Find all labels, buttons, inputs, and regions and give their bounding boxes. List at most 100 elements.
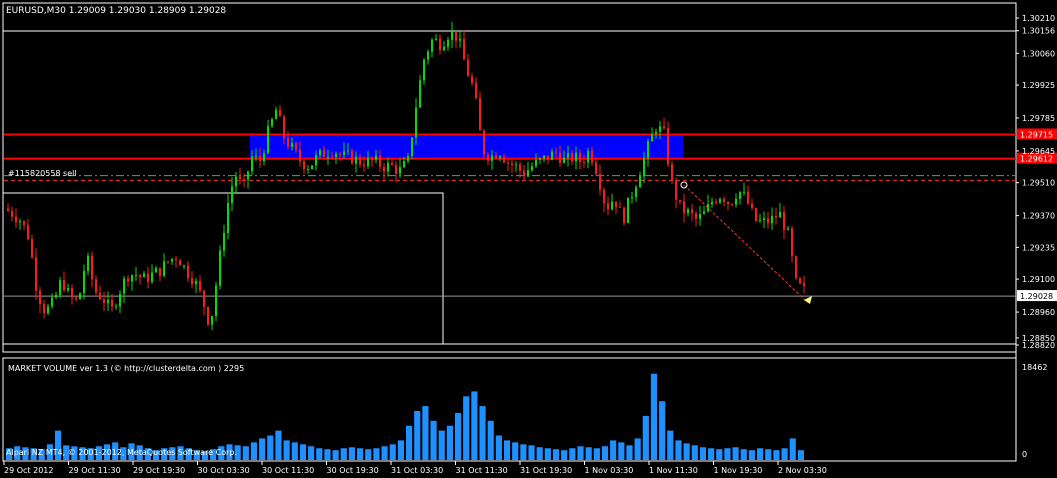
candle-body-103 [419, 80, 421, 108]
candle-body-20 [87, 255, 89, 271]
volume-bar-82 [675, 440, 682, 460]
candle-body-150 [607, 203, 609, 210]
current-arrow-icon [804, 296, 812, 304]
volume-bar-83 [683, 443, 690, 460]
volume-bar-36 [299, 444, 307, 460]
candle-body-80 [327, 156, 329, 158]
volume-bar-70 [577, 446, 584, 460]
time-tick-5: 30 Oct 19:30 [327, 466, 379, 475]
candle-body-15 [67, 288, 69, 291]
chart-canvas: EURUSD,M30 1.29009 1.29030 1.28909 1.290… [2, 2, 1057, 475]
volume-bar-77 [634, 438, 641, 460]
volume-scale-top: 18462 [1022, 363, 1047, 372]
time-tick-4: 30 Oct 11:30 [262, 466, 314, 475]
candle-body-27 [115, 306, 117, 308]
candle-body-57 [235, 176, 237, 187]
candle-body-46 [191, 278, 193, 285]
volume-bar-37 [308, 446, 315, 460]
candle-body-26 [111, 299, 113, 307]
candle-body-123 [499, 156, 501, 158]
candle-body-74 [303, 161, 305, 170]
candle-body-84 [343, 151, 345, 156]
candle-body-177 [715, 201, 717, 203]
candle-body-45 [187, 265, 189, 279]
candle-body-178 [719, 198, 721, 203]
volume-bar-91 [748, 450, 756, 460]
volume-bar-43 [357, 448, 364, 460]
candle-body-151 [611, 201, 613, 210]
candle-body-104 [423, 59, 425, 81]
candle-body-77 [315, 154, 317, 166]
candle-body-119 [483, 130, 485, 155]
price-tick-4: 1.29785 [1022, 114, 1055, 123]
candle-body-120 [487, 154, 489, 161]
candle-body-71 [291, 143, 293, 147]
candle-body-1 [11, 210, 13, 217]
candle-body-163 [659, 126, 661, 132]
candle-body-62 [255, 155, 257, 157]
candle-body-197 [795, 256, 797, 279]
candle-body-29 [123, 278, 125, 294]
volume-bar-79 [650, 373, 658, 460]
candle-body-112 [455, 31, 457, 41]
candle-body-127 [515, 164, 517, 166]
time-tick-1: 29 Oct 11:30 [69, 466, 121, 475]
volume-bar-56 [463, 396, 470, 460]
time-tick-11: 1 Nov 19:30 [714, 466, 763, 475]
candle-body-149 [603, 189, 605, 204]
candle-body-13 [59, 280, 61, 295]
candle-body-34 [143, 273, 145, 278]
candle-body-182 [735, 198, 737, 205]
candle-body-143 [579, 152, 581, 162]
candle-body-10 [47, 306, 49, 314]
candle-body-160 [647, 141, 649, 159]
candle-body-38 [159, 267, 161, 277]
candle-body-157 [635, 187, 637, 198]
candle-body-23 [99, 292, 101, 300]
price-tick-1: 1.30156 [1022, 27, 1055, 36]
candle-body-105 [427, 51, 429, 60]
candle-body-147 [595, 162, 597, 174]
zone-top-tag: 1.29715 [1020, 130, 1053, 139]
candle-body-170 [687, 209, 689, 214]
candle-body-128 [519, 164, 521, 171]
volume-bar-85 [699, 447, 707, 460]
volume-bar-62 [512, 442, 519, 460]
volume-bar-80 [659, 401, 666, 460]
candle-body-6 [31, 239, 33, 258]
volume-bar-74 [610, 440, 617, 460]
candle-body-137 [555, 151, 557, 153]
candle-body-91 [371, 157, 373, 161]
candle-body-188 [759, 219, 761, 221]
volume-bar-54 [446, 425, 453, 460]
range-box [2, 192, 444, 345]
candle-body-36 [151, 272, 153, 282]
candle-body-185 [747, 191, 749, 204]
volume-bar-69 [569, 448, 576, 460]
volume-bar-71 [585, 447, 592, 460]
candle-body-64 [263, 153, 265, 162]
candle-body-39 [163, 261, 165, 277]
candle-body-35 [147, 273, 149, 282]
candle-body-44 [183, 265, 185, 267]
candle-body-129 [523, 170, 525, 177]
candle-body-18 [79, 293, 81, 300]
candle-body-132 [535, 159, 537, 167]
volume-bar-64 [528, 445, 535, 460]
candle-body-144 [583, 161, 585, 163]
volume-bar-53 [438, 430, 445, 460]
candle-body-25 [107, 299, 109, 303]
candle-body-66 [271, 119, 273, 127]
candle-body-131 [531, 166, 533, 171]
volume-bar-46 [381, 446, 388, 460]
candle-body-22 [95, 279, 97, 293]
candle-body-192 [775, 215, 777, 218]
candle-body-102 [415, 107, 417, 138]
time-axis-ticks: 29 Oct 2012 29 Oct 11:30 29 Oct 19:30 30 Oc… [3, 461, 827, 475]
volume-bar-50 [414, 411, 421, 460]
volume-bar-49 [406, 425, 413, 460]
candle-body-165 [667, 127, 669, 165]
volume-bar-48 [397, 440, 404, 460]
volume-bar-73 [601, 446, 609, 460]
candle-body-161 [651, 133, 653, 142]
